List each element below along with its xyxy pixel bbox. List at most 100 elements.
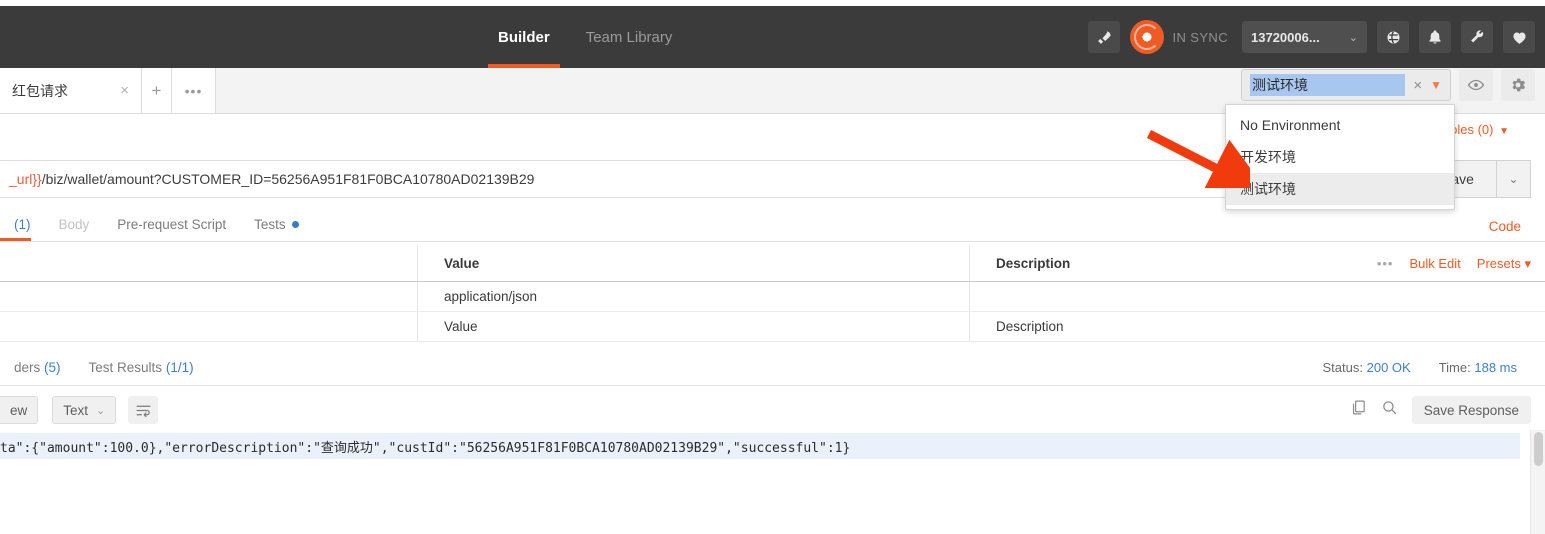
response-scrollbar[interactable] <box>1530 430 1545 534</box>
response-toolbar-right: Save Response <box>1350 396 1531 424</box>
environment-option-no-environment[interactable]: No Environment <box>1226 109 1454 141</box>
row-value-cell[interactable]: application/json <box>418 282 970 311</box>
environment-settings-button[interactable] <box>1501 69 1535 101</box>
presets-dropdown[interactable]: Presets ▾ <box>1477 256 1531 272</box>
environment-quick-look-button[interactable] <box>1459 69 1493 101</box>
nav-tab-builder[interactable]: Builder <box>480 6 568 68</box>
row-key-cell[interactable] <box>0 282 418 311</box>
response-body-text: ta":{"amount":100.0},"errorDescription":… <box>0 440 851 456</box>
plus-icon: + <box>151 80 162 100</box>
response-tab-headers-label: ders <box>14 360 41 375</box>
environment-dropdown-menu: No Environment 开发环境 测试环境 <box>1225 104 1455 210</box>
chevron-down-icon: ⌄ <box>96 404 106 417</box>
wrench-icon[interactable] <box>1461 21 1493 53</box>
time-label: Time: <box>1438 360 1471 375</box>
heart-icon[interactable] <box>1503 21 1535 53</box>
more-horizontal-icon: ••• <box>184 82 203 99</box>
request-sub-tabs: (1) Body Pre-request Script Tests Code <box>0 208 1545 242</box>
bell-icon[interactable] <box>1419 21 1451 53</box>
close-icon[interactable]: × <box>120 82 129 99</box>
environment-selected-value: 测试环境 <box>1250 74 1406 96</box>
new-tab-button[interactable]: + <box>142 68 172 113</box>
url-input[interactable]: _url}}/biz/wallet/amount?CUSTOMER_ID=562… <box>0 160 1400 198</box>
postman-app-window: Builder Team Library IN SYNC 13720006...… <box>0 0 1545 534</box>
environment-option-label: 开发环境 <box>1240 149 1296 165</box>
row-value-cell[interactable]: Value <box>418 312 970 341</box>
environment-option-label: No Environment <box>1240 117 1341 133</box>
tab-tests[interactable]: Tests <box>240 207 313 241</box>
response-tab-headers-count: (5) <box>44 360 61 375</box>
tab-headers[interactable]: (1) <box>0 207 45 241</box>
header-right-controls: IN SYNC 13720006... ⌄ <box>1088 6 1535 68</box>
chevron-down-icon[interactable]: ▼ <box>1430 78 1442 92</box>
status-badge: Status: 200 OK <box>1323 360 1411 375</box>
preview-toggle[interactable]: ew <box>0 396 39 424</box>
sync-status: IN SYNC <box>1130 20 1228 54</box>
scrollbar-thumb[interactable] <box>1534 432 1543 466</box>
column-header-key <box>0 246 418 281</box>
environment-option-dev[interactable]: 开发环境 <box>1226 141 1454 173</box>
column-header-value: Value <box>418 246 970 281</box>
user-account-dropdown[interactable]: 13720006... ⌄ <box>1242 21 1367 53</box>
save-response-label: Save Response <box>1423 402 1519 418</box>
search-icon[interactable] <box>1381 399 1398 421</box>
response-tab-test-results[interactable]: Test Results (1/1) <box>75 360 208 375</box>
response-format-select[interactable]: Text ⌄ <box>52 396 117 424</box>
rocket-icon[interactable] <box>1088 21 1121 53</box>
bulk-edit-link[interactable]: Bulk Edit <box>1409 256 1460 271</box>
row-description-cell[interactable] <box>970 282 1545 311</box>
close-icon[interactable]: × <box>1413 77 1422 94</box>
environment-option-test[interactable]: 测试环境 <box>1226 173 1454 205</box>
globe-icon[interactable] <box>1377 21 1409 53</box>
environment-select[interactable]: 测试环境 × ▼ <box>1241 69 1451 101</box>
nav-tab-builder-label: Builder <box>498 28 550 46</box>
tab-tests-label: Tests <box>254 216 286 232</box>
request-tab[interactable]: 红包请求 × <box>0 68 142 113</box>
response-meta: Status: 200 OK Time: 188 ms <box>1323 360 1517 375</box>
chevron-down-icon: ⌄ <box>1508 172 1519 186</box>
table-row[interactable]: application/json <box>0 282 1545 312</box>
response-format-label: Text <box>63 402 89 418</box>
nav-tab-team-library[interactable]: Team Library <box>568 6 691 68</box>
time-value: 188 ms <box>1474 360 1517 375</box>
response-tab-headers[interactable]: ders (5) <box>0 360 75 375</box>
postman-logo-icon <box>1130 20 1165 54</box>
copy-icon[interactable] <box>1350 399 1367 421</box>
environment-bar: 测试环境 × ▼ <box>1241 68 1535 102</box>
tab-pre-request-script[interactable]: Pre-request Script <box>103 207 240 241</box>
tab-body[interactable]: Body <box>45 207 104 241</box>
chevron-down-icon: ⌄ <box>1348 31 1358 44</box>
row-description-cell[interactable]: Description <box>970 312 1545 341</box>
headers-table: Value Description ••• Bulk Edit Presets … <box>0 246 1545 342</box>
code-link-label: Code <box>1488 219 1521 234</box>
headers-table-head: Value Description ••• Bulk Edit Presets … <box>0 246 1545 282</box>
row-key-cell[interactable] <box>0 312 418 341</box>
save-response-button[interactable]: Save Response <box>1411 396 1531 424</box>
preview-toggle-label: ew <box>10 402 28 418</box>
request-tab-label: 红包请求 <box>12 82 68 99</box>
code-link[interactable]: Code <box>1489 219 1521 234</box>
app-header: Builder Team Library IN SYNC 13720006...… <box>0 6 1545 68</box>
url-variable-segment: _url}} <box>9 171 42 187</box>
user-account-label: 13720006... <box>1251 29 1320 45</box>
tab-pre-request-script-label: Pre-request Script <box>117 216 227 232</box>
status-label: Status: <box>1322 360 1363 375</box>
sync-status-label: IN SYNC <box>1172 29 1228 45</box>
response-tab-test-results-count: (1/1) <box>165 360 194 375</box>
table-row[interactable]: Value Description <box>0 312 1545 342</box>
time-badge: Time: 188 ms <box>1439 360 1517 375</box>
response-body[interactable]: ta":{"amount":100.0},"errorDescription":… <box>0 433 1520 459</box>
header-nav-tabs: Builder Team Library <box>480 6 690 68</box>
chevron-down-icon: ▼ <box>1499 126 1509 137</box>
save-options-button[interactable]: ⌄ <box>1497 160 1531 198</box>
response-tab-test-results-label: Test Results <box>88 360 163 375</box>
tab-body-label: Body <box>58 216 90 232</box>
response-tabs: ders (5) Test Results (1/1) Status: 200 … <box>0 350 1545 386</box>
environment-option-label: 测试环境 <box>1240 181 1296 197</box>
word-wrap-icon[interactable] <box>128 396 159 424</box>
tab-options-button[interactable]: ••• <box>172 68 216 113</box>
url-path-segment: /biz/wallet/amount?CUSTOMER_ID=56256A951… <box>41 171 535 187</box>
more-horizontal-icon[interactable]: ••• <box>1377 256 1394 271</box>
tests-indicator-dot <box>291 220 299 228</box>
response-toolbar: ew Text ⌄ Save Response <box>0 390 1545 430</box>
